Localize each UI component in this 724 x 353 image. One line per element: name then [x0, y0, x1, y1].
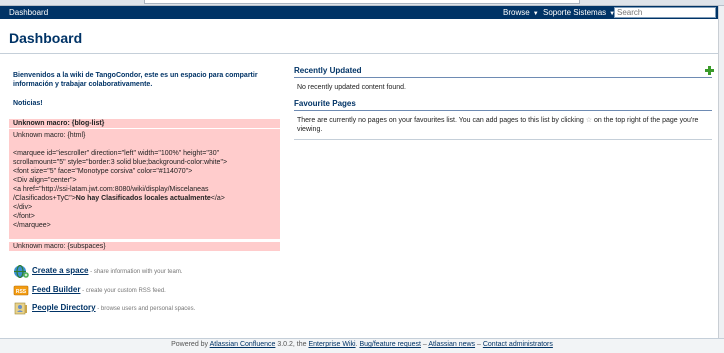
favourite-pages-text: There are currently no pages on your fav…	[297, 116, 709, 134]
browse-menu-label: Browse	[503, 8, 530, 17]
html-line: </div>	[13, 204, 33, 211]
vertical-scrollbar[interactable]	[718, 6, 724, 338]
welcome-text: Bienvenidos a la wiki de TangoCondor, es…	[13, 72, 258, 88]
create-space-icon	[14, 265, 29, 278]
html-line: <font size="5" face="Monotype corsiva" c…	[13, 168, 193, 175]
html-line: scrollamount="5" style="border:3 solid b…	[13, 159, 228, 166]
people-directory-icon	[14, 302, 27, 315]
html-line: </marquee>	[13, 222, 51, 229]
recently-updated-empty: No recently updated content found.	[297, 84, 406, 91]
subspaces-macro-error: Unknown macro: {subspaces}	[9, 242, 280, 251]
recently-updated-heading: Recently Updated	[294, 66, 712, 78]
rss-feed-icon: RSS	[13, 285, 29, 296]
html-macro-error: Unknown macro: {html} <marquee id="iescr…	[9, 129, 280, 239]
title-divider	[0, 53, 718, 54]
people-directory-description: - browse users and personal spaces.	[95, 306, 196, 312]
svg-text:RSS: RSS	[16, 289, 27, 295]
dashboard-link[interactable]: Dashboard	[9, 8, 48, 17]
atlassian-news-link[interactable]: Atlassian news	[428, 341, 475, 348]
footer-separator: –	[475, 341, 483, 348]
user-menu-label: Soporte Sistemas	[543, 8, 607, 17]
confluence-link[interactable]: Atlassian Confluence	[210, 341, 276, 348]
bug-feature-request-link[interactable]: Bug/feature request	[359, 341, 421, 348]
html-line-with-bold: /Clasificados+TyC">No hay Clasificados l…	[13, 194, 276, 203]
footer-version: 3.0.2, the	[275, 341, 309, 348]
enterprise-wiki-link[interactable]: Enterprise Wiki	[308, 341, 355, 348]
browser-tab	[144, 0, 580, 4]
chevron-down-icon: ▼	[532, 11, 539, 17]
create-space-description: - share information with your team.	[88, 269, 183, 275]
star-icon: ☆	[585, 117, 593, 124]
blog-list-macro-error: Unknown macro: {blog-list}	[9, 119, 280, 128]
add-icon[interactable]	[705, 66, 714, 75]
footer-powered: Powered by	[171, 341, 210, 348]
contact-administrators-link[interactable]: Contact administrators	[483, 341, 553, 348]
user-menu[interactable]: Soporte Sistemas ▼	[543, 8, 615, 17]
classifieds-notice: No hay Clasificados locales actualmente	[75, 195, 211, 202]
feed-builder-description: - create your custom RSS feed.	[80, 288, 166, 294]
top-navbar: Dashboard Browse ▼ Soporte Sistemas ▼	[0, 6, 718, 19]
html-line: <a href="http://ssi-latam.jwt.com:8080/w…	[13, 186, 209, 193]
html-line: </a>	[210, 195, 225, 202]
html-line: /Clasificados+TyC">	[13, 195, 76, 202]
page-title: Dashboard	[9, 30, 83, 46]
html-line: </font>	[13, 213, 35, 220]
footer: Powered by Atlassian Confluence 3.0.2, t…	[0, 339, 724, 353]
html-line: <marquee id="iescroller" direction="left…	[13, 150, 220, 157]
favourite-pages-heading: Favourite Pages	[294, 99, 712, 111]
favourite-pages-panel: There are currently no pages on your fav…	[294, 113, 712, 140]
browse-menu[interactable]: Browse ▼	[503, 8, 539, 17]
news-heading: Noticias!	[13, 100, 43, 107]
favourites-text-before: There are currently no pages on your fav…	[297, 117, 584, 124]
search-input[interactable]	[614, 7, 716, 18]
people-directory-link[interactable]: People Directory	[32, 303, 96, 312]
html-macro-title: Unknown macro: {html}	[13, 132, 86, 139]
create-space-link[interactable]: Create a space	[32, 266, 88, 275]
html-line: <Div align="center">	[13, 177, 77, 184]
feed-builder-link[interactable]: Feed Builder	[32, 285, 80, 294]
